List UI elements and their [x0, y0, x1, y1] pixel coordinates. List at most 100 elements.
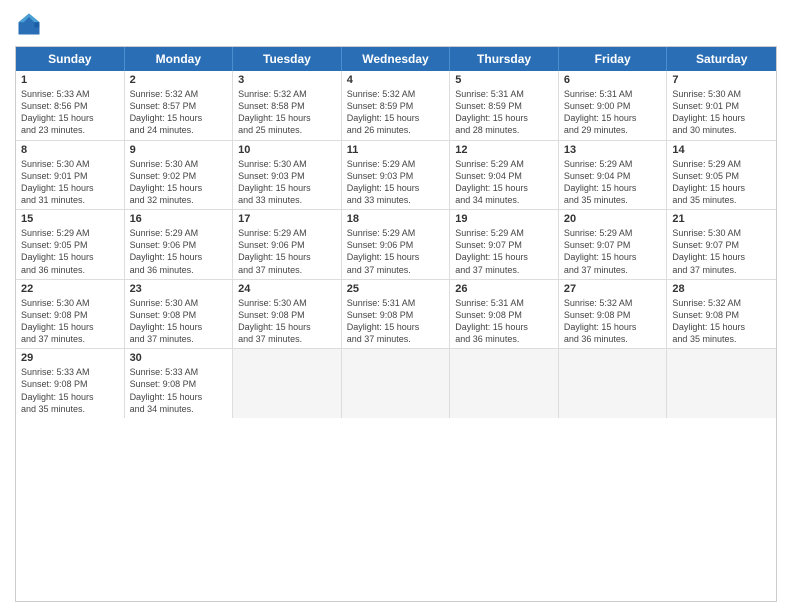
- calendar-cell: 15 Sunrise: 5:29 AMSunset: 9:05 PMDayligh…: [16, 210, 125, 279]
- cell-info: Sunrise: 5:31 AMSunset: 9:00 PMDaylight:…: [564, 88, 662, 137]
- day-number: 27: [564, 283, 662, 295]
- cell-info: Sunrise: 5:30 AMSunset: 9:08 PMDaylight:…: [238, 297, 336, 346]
- calendar-cell: 27Sunrise: 5:32 AMSunset: 9:08 PMDayligh…: [559, 280, 668, 349]
- cal-header-cell: Friday: [559, 47, 668, 71]
- calendar-cell: 5 Sunrise: 5:31 AMSunset: 8:59 PMDaylight…: [450, 71, 559, 140]
- day-number: 25: [347, 283, 445, 295]
- cell-info: Sunrise: 5:29 AMSunset: 9:07 PMDaylight:…: [564, 227, 662, 276]
- calendar-cell: 6 Sunrise: 5:31 AMSunset: 9:00 PMDaylight…: [559, 71, 668, 140]
- day-number: 19: [455, 213, 553, 225]
- day-number: 22: [21, 283, 119, 295]
- cell-info: Sunrise: 5:29 AMSunset: 9:07 PMDaylight:…: [455, 227, 553, 276]
- day-number: 2: [130, 74, 228, 86]
- day-number: 10: [238, 144, 336, 156]
- cell-info: Sunrise: 5:29 AMSunset: 9:03 PMDaylight:…: [347, 158, 445, 207]
- page: SundayMondayTuesdayWednesdayThursdayFrid…: [0, 0, 792, 612]
- cal-header-cell: Wednesday: [342, 47, 451, 71]
- cell-info: Sunrise: 5:32 AMSunset: 8:57 PMDaylight:…: [130, 88, 228, 137]
- calendar-row: 8 Sunrise: 5:30 AMSunset: 9:01 PMDaylight…: [16, 141, 776, 211]
- day-number: 13: [564, 144, 662, 156]
- cell-info: Sunrise: 5:32 AMSunset: 9:08 PMDaylight:…: [672, 297, 771, 346]
- header: [15, 10, 777, 38]
- day-number: 20: [564, 213, 662, 225]
- cell-info: Sunrise: 5:31 AMSunset: 9:08 PMDaylight:…: [455, 297, 553, 346]
- calendar-cell: 29Sunrise: 5:33 AMSunset: 9:08 PMDayligh…: [16, 349, 125, 418]
- calendar-cell: 20 Sunrise: 5:29 AMSunset: 9:07 PMDayligh…: [559, 210, 668, 279]
- day-number: 28: [672, 283, 771, 295]
- day-number: 17: [238, 213, 336, 225]
- day-number: 26: [455, 283, 553, 295]
- calendar-cell: 25 Sunrise: 5:31 AMSunset: 9:08 PMDayligh…: [342, 280, 451, 349]
- calendar-cell: 26 Sunrise: 5:31 AMSunset: 9:08 PMDayligh…: [450, 280, 559, 349]
- calendar-cell: 1 Sunrise: 5:33 AMSunset: 8:56 PMDaylight…: [16, 71, 125, 140]
- day-number: 29: [21, 352, 119, 364]
- day-number: 12: [455, 144, 553, 156]
- calendar-cell: 9 Sunrise: 5:30 AMSunset: 9:02 PMDaylight…: [125, 141, 234, 210]
- cell-info: Sunrise: 5:30 AMSunset: 9:02 PMDaylight:…: [130, 158, 228, 207]
- day-number: 11: [347, 144, 445, 156]
- calendar-cell: 10 Sunrise: 5:30 AMSunset: 9:03 PMDayligh…: [233, 141, 342, 210]
- calendar-cell: [342, 349, 451, 418]
- calendar-cell: 8 Sunrise: 5:30 AMSunset: 9:01 PMDaylight…: [16, 141, 125, 210]
- cell-info: Sunrise: 5:29 AMSunset: 9:06 PMDaylight:…: [238, 227, 336, 276]
- day-number: 18: [347, 213, 445, 225]
- cal-header-cell: Saturday: [667, 47, 776, 71]
- calendar-cell: 18 Sunrise: 5:29 AMSunset: 9:06 PMDayligh…: [342, 210, 451, 279]
- logo: [15, 10, 47, 38]
- cell-info: Sunrise: 5:30 AMSunset: 9:08 PMDaylight:…: [130, 297, 228, 346]
- day-number: 21: [672, 213, 771, 225]
- calendar-row: 22 Sunrise: 5:30 AMSunset: 9:08 PMDayligh…: [16, 280, 776, 350]
- cell-info: Sunrise: 5:33 AMSunset: 8:56 PMDaylight:…: [21, 88, 119, 137]
- cell-info: Sunrise: 5:30 AMSunset: 9:01 PMDaylight:…: [672, 88, 771, 137]
- day-number: 24: [238, 283, 336, 295]
- day-number: 23: [130, 283, 228, 295]
- calendar-cell: [450, 349, 559, 418]
- calendar-cell: 13 Sunrise: 5:29 AMSunset: 9:04 PMDayligh…: [559, 141, 668, 210]
- day-number: 15: [21, 213, 119, 225]
- cal-header-cell: Thursday: [450, 47, 559, 71]
- calendar-cell: 16Sunrise: 5:29 AMSunset: 9:06 PMDayligh…: [125, 210, 234, 279]
- calendar-cell: [559, 349, 668, 418]
- day-number: 1: [21, 74, 119, 86]
- calendar-row: 29 Sunrise: 5:33 AMSunset: 9:08 PMDayligh…: [16, 349, 776, 418]
- cell-info: Sunrise: 5:29 AMSunset: 9:04 PMDaylight:…: [564, 158, 662, 207]
- cell-info: Sunrise: 5:32 AMSunset: 8:59 PMDaylight:…: [347, 88, 445, 137]
- cell-info: Sunrise: 5:30 AMSunset: 9:03 PMDaylight:…: [238, 158, 336, 207]
- calendar-cell: 4 Sunrise: 5:32 AMSunset: 8:59 PMDaylight…: [342, 71, 451, 140]
- calendar-cell: 19 Sunrise: 5:29 AMSunset: 9:07 PMDayligh…: [450, 210, 559, 279]
- cal-header-cell: Tuesday: [233, 47, 342, 71]
- cell-info: Sunrise: 5:29 AMSunset: 9:04 PMDaylight:…: [455, 158, 553, 207]
- day-number: 3: [238, 74, 336, 86]
- cal-header-cell: Sunday: [16, 47, 125, 71]
- cell-info: Sunrise: 5:31 AMSunset: 8:59 PMDaylight:…: [455, 88, 553, 137]
- day-number: 5: [455, 74, 553, 86]
- cell-info: Sunrise: 5:29 AMSunset: 9:06 PMDaylight:…: [130, 227, 228, 276]
- calendar-cell: [233, 349, 342, 418]
- cell-info: Sunrise: 5:29 AMSunset: 9:05 PMDaylight:…: [21, 227, 119, 276]
- cell-info: Sunrise: 5:30 AMSunset: 9:07 PMDaylight:…: [672, 227, 771, 276]
- day-number: 14: [672, 144, 771, 156]
- calendar-cell: 23 Sunrise: 5:30 AMSunset: 9:08 PMDayligh…: [125, 280, 234, 349]
- logo-icon: [15, 10, 43, 38]
- cell-info: Sunrise: 5:33 AMSunset: 9:08 PMDaylight:…: [130, 366, 228, 415]
- cell-info: Sunrise: 5:30 AMSunset: 9:01 PMDaylight:…: [21, 158, 119, 207]
- day-number: 9: [130, 144, 228, 156]
- cal-header-cell: Monday: [125, 47, 234, 71]
- calendar-cell: 2 Sunrise: 5:32 AMSunset: 8:57 PMDaylight…: [125, 71, 234, 140]
- calendar-cell: 30Sunrise: 5:33 AMSunset: 9:08 PMDayligh…: [125, 349, 234, 418]
- day-number: 8: [21, 144, 119, 156]
- calendar-cell: 22Sunrise: 5:30 AMSunset: 9:08 PMDayligh…: [16, 280, 125, 349]
- calendar: SundayMondayTuesdayWednesdayThursdayFrid…: [15, 46, 777, 602]
- calendar-cell: 12 Sunrise: 5:29 AMSunset: 9:04 PMDayligh…: [450, 141, 559, 210]
- calendar-cell: 28 Sunrise: 5:32 AMSunset: 9:08 PMDayligh…: [667, 280, 776, 349]
- cell-info: Sunrise: 5:32 AMSunset: 8:58 PMDaylight:…: [238, 88, 336, 137]
- day-number: 4: [347, 74, 445, 86]
- calendar-cell: 24 Sunrise: 5:30 AMSunset: 9:08 PMDayligh…: [233, 280, 342, 349]
- calendar-cell: 14Sunrise: 5:29 AMSunset: 9:05 PMDayligh…: [667, 141, 776, 210]
- day-number: 6: [564, 74, 662, 86]
- cell-info: Sunrise: 5:31 AMSunset: 9:08 PMDaylight:…: [347, 297, 445, 346]
- calendar-header: SundayMondayTuesdayWednesdayThursdayFrid…: [16, 47, 776, 71]
- cell-info: Sunrise: 5:29 AMSunset: 9:06 PMDaylight:…: [347, 227, 445, 276]
- calendar-cell: [667, 349, 776, 418]
- day-number: 7: [672, 74, 771, 86]
